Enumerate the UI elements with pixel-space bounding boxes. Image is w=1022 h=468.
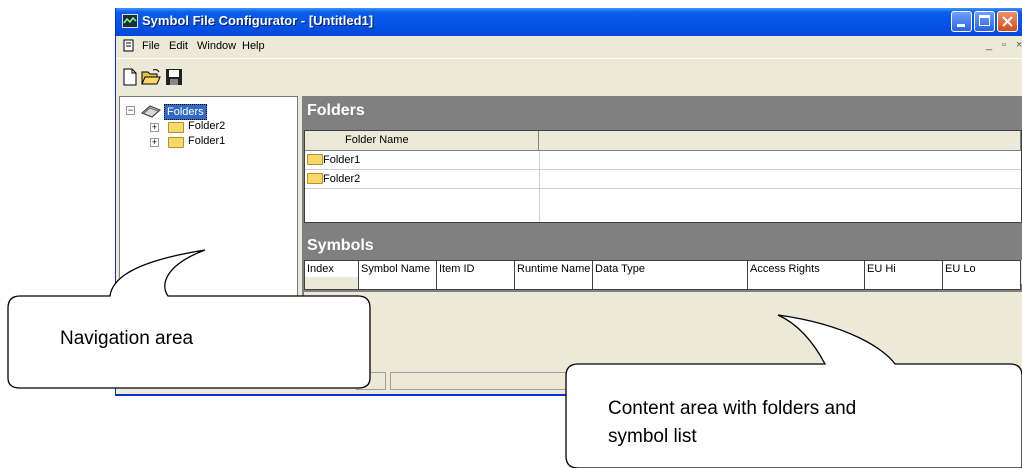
navigation-callout-text: Navigation area [60,328,194,349]
navigation-callout-bubble [7,249,371,389]
content-callout-text-line1: Content area with folders and [608,398,857,419]
content-callout-text-line2: symbol list [608,426,697,447]
callout-shapes [7,249,1022,468]
